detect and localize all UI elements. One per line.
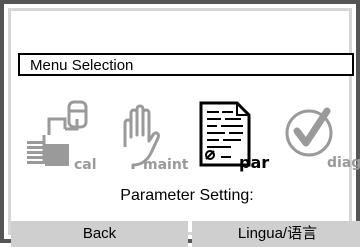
status-text: Parameter Setting: <box>120 187 254 204</box>
menu-item-maint-label: maint <box>143 157 189 173</box>
menu-item-diag[interactable]: diag <box>275 95 360 177</box>
menu-item-par-label: par <box>239 153 270 172</box>
menu-item-cal-label: cal <box>74 157 97 173</box>
menu-title: Menu Selection <box>30 57 134 74</box>
menu-item-cal[interactable]: cal <box>19 95 99 177</box>
display-frame: Menu Selection cal maint par diag Parame… <box>8 8 360 247</box>
back-button[interactable]: Back <box>11 221 188 247</box>
menu-item-diag-label: diag <box>327 155 360 171</box>
menu-title-bar: Menu Selection <box>18 53 354 76</box>
device-screen: Menu Selection cal maint par diag Parame… <box>0 0 360 247</box>
menu-item-maint[interactable]: maint <box>107 95 189 177</box>
language-button[interactable]: Lingua/语言 <box>192 221 360 247</box>
menu-item-par[interactable]: par <box>191 95 271 177</box>
